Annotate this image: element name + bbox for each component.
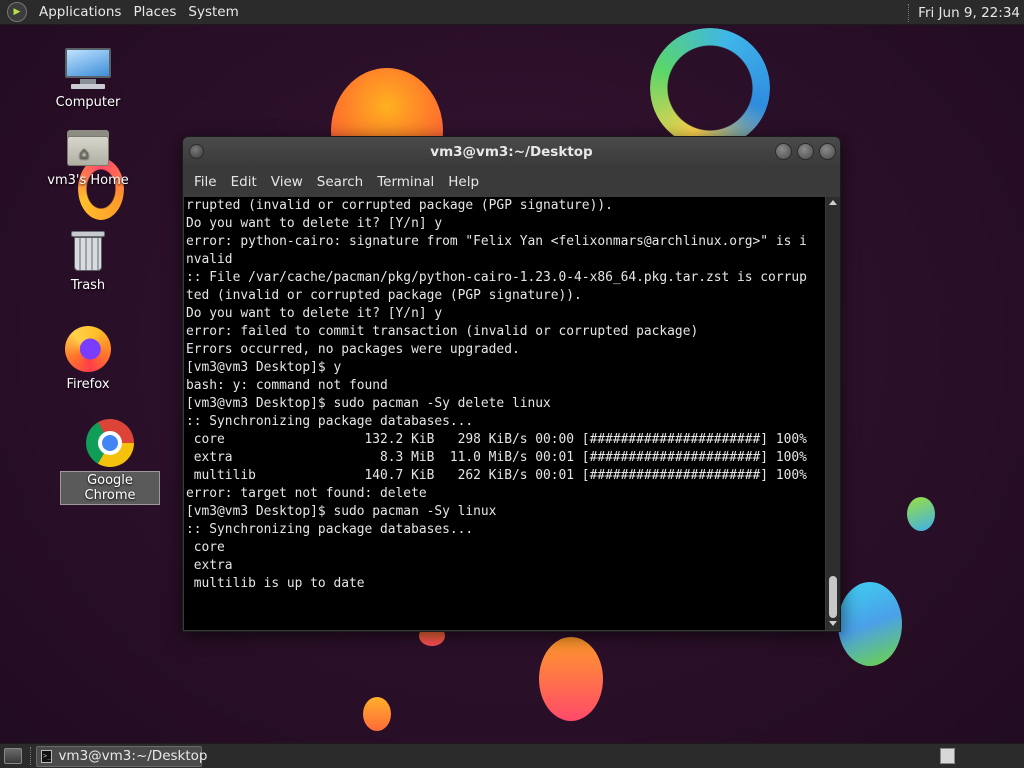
desktop-icon-label: Trash	[70, 278, 106, 293]
clock[interactable]: Fri Jun 9, 22:34	[908, 0, 1020, 25]
menu-edit[interactable]: Edit	[224, 174, 264, 190]
menu-view[interactable]: View	[264, 174, 310, 190]
terminal-line: error: python-cairo: signature from "Fel…	[186, 234, 807, 249]
terminal-line: multilib 140.7 KiB 262 KiB/s 00:01 [####…	[186, 468, 807, 483]
terminal-title: vm3@vm3:~/Desktop	[430, 144, 593, 160]
menu-help[interactable]: Help	[441, 174, 486, 190]
desktop-icon-chrome[interactable]: Google Chrome	[60, 419, 160, 505]
maximize-button[interactable]	[797, 143, 814, 160]
wallpaper-orange-blob-bottom	[539, 637, 603, 721]
terminal-line: Errors occurred, no packages were upgrad…	[186, 342, 520, 357]
desktop-icon-home[interactable]: ⌂ vm3's Home	[38, 128, 138, 189]
top-panel-menu: ▶ Applications Places System	[0, 0, 245, 24]
terminal-line: :: File /var/cache/pacman/pkg/python-cai…	[186, 270, 807, 285]
wallpaper-orange-blob-small	[363, 697, 391, 731]
desktop-icon-firefox[interactable]: Firefox	[38, 326, 138, 393]
panel-separator	[30, 747, 32, 765]
terminal-scrollbar[interactable]	[826, 197, 840, 630]
desktop-icon-computer[interactable]: Computer	[38, 46, 138, 111]
wallpaper-small-blob	[907, 497, 935, 531]
system-menu[interactable]: System	[182, 4, 244, 20]
show-desktop-icon[interactable]	[4, 748, 22, 764]
top-panel: ▶ Applications Places System Fri Jun 9, …	[0, 0, 1024, 25]
home-folder-icon: ⌂	[65, 128, 111, 168]
desktop-icon-label: Computer	[55, 95, 121, 110]
terminal-line: core	[186, 540, 225, 555]
scroll-down-icon[interactable]	[829, 621, 837, 626]
wallpaper-ring	[650, 28, 770, 148]
terminal-line: nvalid	[186, 252, 233, 267]
terminal-screen[interactable]: rrupted (invalid or corrupted package (P…	[184, 197, 825, 630]
terminal-line: extra	[186, 558, 233, 573]
taskbar-item-label: vm3@vm3:~/Desktop	[58, 748, 208, 764]
terminal-icon: >_	[41, 749, 53, 763]
places-menu[interactable]: Places	[127, 4, 182, 20]
terminal-line: [vm3@vm3 Desktop]$ y	[186, 360, 342, 375]
terminal-line: ted (invalid or corrupted package (PGP s…	[186, 288, 582, 303]
taskbar-item-terminal[interactable]: >_ vm3@vm3:~/Desktop	[36, 745, 207, 767]
applications-menu[interactable]: Applications	[33, 4, 127, 20]
desktop-icon-label-selected: Google Chrome	[60, 471, 160, 505]
terminal-menubar: File Edit View Search Terminal Help	[183, 169, 840, 195]
close-button[interactable]	[819, 143, 836, 160]
workspace-switcher[interactable]	[940, 748, 955, 764]
desktop-icon-label: Firefox	[66, 377, 110, 392]
bottom-panel: >_ vm3@vm3:~/Desktop	[0, 743, 1024, 768]
minimize-button[interactable]	[775, 143, 792, 160]
terminal-line: Do you want to delete it? [Y/n] y	[186, 216, 443, 231]
firefox-icon	[65, 326, 111, 372]
terminal-line: rrupted (invalid or corrupted package (P…	[186, 198, 613, 213]
terminal-line: :: Synchronizing package databases...	[186, 522, 474, 537]
trash-icon	[69, 229, 107, 273]
terminal-line: :: Synchronizing package databases...	[186, 414, 474, 429]
terminal-line: core 132.2 KiB 298 KiB/s 00:00 [########…	[186, 432, 807, 447]
terminal-line: multilib is up to date	[186, 576, 365, 591]
terminal-titlebar[interactable]: vm3@vm3:~/Desktop	[183, 137, 840, 167]
scroll-up-icon[interactable]	[829, 200, 837, 205]
scrollbar-thumb[interactable]	[829, 576, 837, 618]
clock-label: Fri Jun 9, 22:34	[918, 4, 1020, 21]
terminal-output: rrupted (invalid or corrupted package (P…	[184, 197, 825, 593]
desktop-icon-trash[interactable]: Trash	[38, 229, 138, 294]
terminal-line: [vm3@vm3 Desktop]$ sudo pacman -Sy linux	[186, 504, 497, 519]
menu-file[interactable]: File	[187, 174, 224, 190]
chrome-icon	[86, 419, 134, 467]
window-menu-icon[interactable]	[189, 144, 204, 159]
computer-icon	[63, 46, 113, 90]
desktop-icon-label: vm3's Home	[47, 173, 129, 188]
distro-logo-icon[interactable]: ▶	[7, 2, 27, 22]
terminal-line: error: target not found: delete	[186, 486, 427, 501]
terminal-window[interactable]: vm3@vm3:~/Desktop File Edit View Search …	[182, 136, 841, 632]
window-controls	[775, 143, 836, 160]
terminal-line: error: failed to commit transaction (inv…	[186, 324, 699, 339]
terminal-line: Do you want to delete it? [Y/n] y	[186, 306, 443, 321]
terminal-line: bash: y: command not found	[186, 378, 388, 393]
panel-separator	[908, 3, 910, 22]
menu-search[interactable]: Search	[310, 174, 370, 190]
menu-terminal[interactable]: Terminal	[370, 174, 441, 190]
wallpaper-blue-blob	[838, 582, 902, 666]
terminal-line: extra 8.3 MiB 11.0 MiB/s 00:01 [########…	[186, 450, 807, 465]
terminal-line: [vm3@vm3 Desktop]$ sudo pacman -Sy delet…	[186, 396, 551, 411]
